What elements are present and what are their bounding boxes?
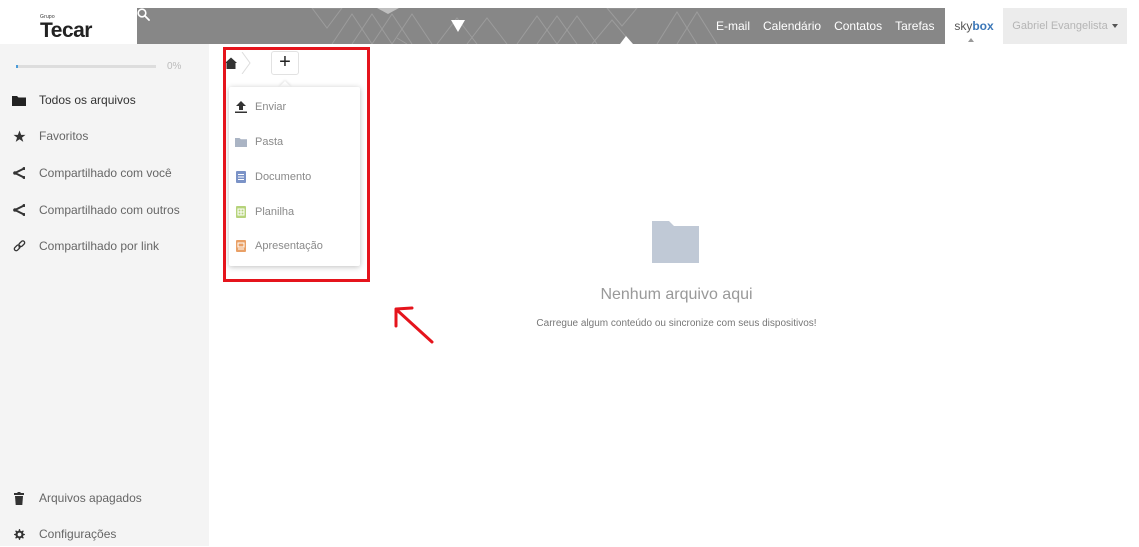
menu-item-spreadsheet[interactable]: Planilha xyxy=(229,197,360,227)
breadcrumb xyxy=(224,52,251,74)
home-icon[interactable] xyxy=(224,56,238,70)
link-icon xyxy=(12,239,26,253)
empty-state-title: Nenhum arquivo aqui xyxy=(600,286,753,303)
empty-folder-icon xyxy=(652,221,699,263)
sidebar-item-all-files[interactable]: Todos os arquivos xyxy=(0,87,209,113)
folder-icon xyxy=(235,136,247,148)
sidebar-item-label: Compartilhado com outros xyxy=(39,203,180,217)
search-icon[interactable] xyxy=(137,8,150,21)
logo: Tecar xyxy=(40,19,92,42)
quota-fill xyxy=(16,65,18,68)
nav-calendar[interactable]: Calendário xyxy=(763,19,821,33)
user-name: Gabriel Evangelista xyxy=(1012,20,1108,32)
sidebar-item-shared-with-you[interactable]: Compartilhado com você xyxy=(0,160,209,186)
menu-item-label: Documento xyxy=(255,171,312,183)
trash-icon xyxy=(12,491,26,505)
sidebar-item-deleted-files[interactable]: Arquivos apagados xyxy=(0,485,209,511)
sidebar-item-label: Configurações xyxy=(39,527,117,541)
menu-item-label: Pasta xyxy=(255,136,284,148)
sidebar-item-settings[interactable]: Configurações xyxy=(0,521,209,547)
empty-state-subtitle: Carregue algum conteúdo ou sincronize co… xyxy=(536,318,817,329)
presentation-icon xyxy=(235,240,247,252)
new-file-menu: Enviar Pasta Documento Planilha Apresent… xyxy=(229,87,360,266)
quota-percent: 0% xyxy=(167,61,182,72)
sidebar: 0% Todos os arquivos Favoritos Compartil… xyxy=(0,44,209,546)
share-icon xyxy=(12,203,26,217)
menu-item-document[interactable]: Documento xyxy=(229,162,360,192)
brand-sky: sky xyxy=(954,19,973,33)
sidebar-item-label: Compartilhado por link xyxy=(39,239,160,253)
brand-box: box xyxy=(972,19,994,33)
document-icon xyxy=(235,171,247,183)
chevron-down-icon xyxy=(1111,24,1118,28)
nav-contacts[interactable]: Contatos xyxy=(834,19,882,33)
sidebar-item-label: Favoritos xyxy=(39,129,89,143)
logo-area[interactable]: Grupo Tecar xyxy=(0,0,137,44)
sidebar-item-favorites[interactable]: Favoritos xyxy=(0,123,209,149)
spreadsheet-icon xyxy=(235,206,247,218)
nav-email[interactable]: E-mail xyxy=(716,19,750,33)
active-app-indicator xyxy=(968,38,974,42)
breadcrumb-separator xyxy=(241,52,251,74)
menu-item-label: Apresentação xyxy=(255,240,323,252)
gear-icon xyxy=(12,527,26,541)
sidebar-item-shared-by-link[interactable]: Compartilhado por link xyxy=(0,233,209,259)
menu-item-upload[interactable]: Enviar xyxy=(229,92,360,122)
menu-item-folder[interactable]: Pasta xyxy=(229,127,360,157)
sidebar-item-label: Arquivos apagados xyxy=(39,491,142,505)
star-icon xyxy=(12,129,26,143)
menu-item-presentation[interactable]: Apresentação xyxy=(229,231,360,261)
new-file-button[interactable]: + xyxy=(271,51,299,75)
sidebar-item-shared-with-others[interactable]: Compartilhado com outros xyxy=(0,197,209,223)
user-menu[interactable]: Gabriel Evangelista xyxy=(1003,8,1127,44)
menu-item-label: Planilha xyxy=(255,206,295,218)
skybox-app-link[interactable]: sky box xyxy=(945,8,1003,44)
folder-icon xyxy=(12,93,26,107)
sidebar-item-label: Todos os arquivos xyxy=(39,93,136,107)
menu-item-label: Enviar xyxy=(255,101,287,113)
share-icon xyxy=(12,166,26,180)
annotation-arrow-icon xyxy=(394,306,434,344)
nav-tasks[interactable]: Tarefas xyxy=(895,19,934,33)
sidebar-item-label: Compartilhado com você xyxy=(39,166,172,180)
top-nav: E-mail Calendário Contatos Tarefas xyxy=(716,8,947,44)
header: Grupo Tecar E-mail Calendário Contatos T… xyxy=(0,0,1139,44)
upload-icon xyxy=(235,101,247,113)
quota-bar xyxy=(16,65,156,68)
